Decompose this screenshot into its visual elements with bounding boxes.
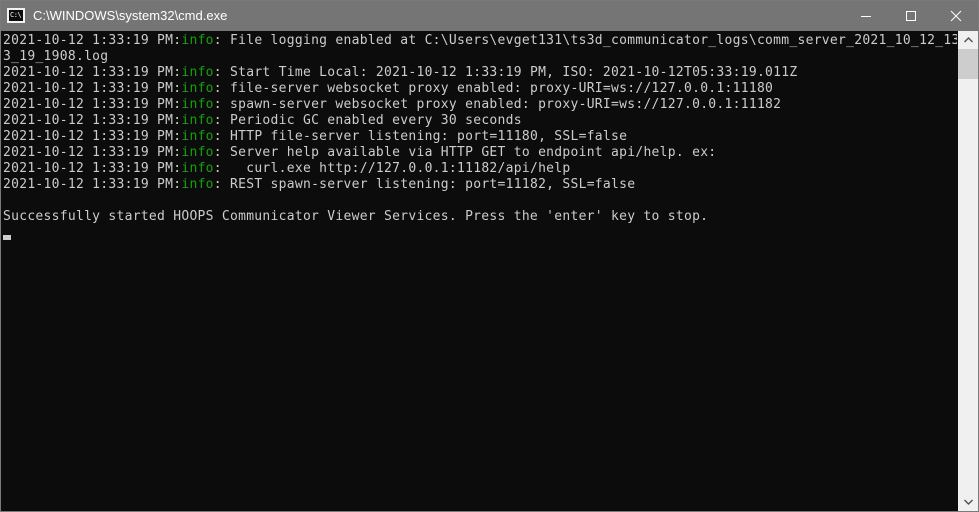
cmd-window: C:\ C:\WINDOWS\system32\cmd.exe 2021-10-… — [0, 0, 979, 512]
console-line-message: : REST spawn-server listening: port=1118… — [213, 177, 636, 192]
console-line: 2021-10-12 1:33:19 PM:info: file-server … — [3, 81, 957, 97]
console-line: 2021-10-12 1:33:19 PM:info: HTTP file-se… — [3, 129, 957, 145]
console-line-timestamp: 2021-10-12 1:33:19 PM: — [3, 145, 182, 160]
console-line-level: info — [181, 97, 214, 112]
console-line-level: info — [181, 81, 214, 96]
console-line-timestamp: 2021-10-12 1:33:19 PM: — [3, 161, 182, 176]
console-line-message: : Start Time Local: 2021-10-12 1:33:19 P… — [213, 65, 798, 80]
console-line-message: : curl.exe http://127.0.0.1:11182/api/he… — [213, 161, 571, 176]
console-line — [3, 193, 957, 209]
maximize-icon — [905, 11, 916, 21]
console-line: 3_19_1908.log — [3, 49, 957, 65]
chevron-down-icon — [963, 499, 973, 505]
console-output[interactable]: 2021-10-12 1:33:19 PM:info: File logging… — [1, 31, 957, 511]
scrollbar-up-arrow[interactable] — [958, 31, 978, 49]
console-line-timestamp: 2021-10-12 1:33:19 PM: — [3, 177, 182, 192]
console-line-message: Successfully started HOOPS Communicator … — [3, 209, 709, 224]
console-line: 2021-10-12 1:33:19 PM:info: curl.exe htt… — [3, 161, 957, 177]
console-line-timestamp: 2021-10-12 1:33:19 PM: — [3, 129, 182, 144]
console-line-level: info — [181, 177, 214, 192]
console-line-level: info — [181, 129, 214, 144]
text-cursor — [3, 235, 11, 240]
console-line-message — [3, 193, 11, 208]
console-line-level: info — [181, 145, 214, 160]
console-line-timestamp: 2021-10-12 1:33:19 PM: — [3, 33, 182, 48]
console-line: 2021-10-12 1:33:19 PM:info: Start Time L… — [3, 65, 957, 81]
console-line-timestamp: 2021-10-12 1:33:19 PM: — [3, 81, 182, 96]
console-cursor-line — [3, 225, 957, 241]
vertical-scrollbar[interactable] — [957, 31, 978, 511]
scrollbar-thumb[interactable] — [958, 49, 978, 79]
console-line-timestamp: 2021-10-12 1:33:19 PM: — [3, 97, 182, 112]
maximize-button[interactable] — [888, 1, 933, 31]
console-line-message: : Server help available via HTTP GET to … — [213, 145, 717, 160]
console-line-message: 3_19_1908.log — [3, 49, 109, 64]
cmd-icon: C:\ — [7, 8, 25, 24]
console-line: 2021-10-12 1:33:19 PM:info: File logging… — [3, 33, 957, 49]
console-line: 2021-10-12 1:33:19 PM:info: REST spawn-s… — [3, 177, 957, 193]
console-line-timestamp: 2021-10-12 1:33:19 PM: — [3, 113, 182, 128]
close-icon — [950, 10, 961, 22]
title-bar[interactable]: C:\ C:\WINDOWS\system32\cmd.exe — [1, 1, 978, 31]
minimize-icon — [860, 16, 871, 17]
scrollbar-down-arrow[interactable] — [958, 493, 978, 511]
console-line-message: : file-server websocket proxy enabled: p… — [213, 81, 774, 96]
console-line: Successfully started HOOPS Communicator … — [3, 209, 957, 225]
console-line-message: : HTTP file-server listening: port=11180… — [213, 129, 628, 144]
console-line: 2021-10-12 1:33:19 PM:info: Periodic GC … — [3, 113, 957, 129]
console-area[interactable]: 2021-10-12 1:33:19 PM:info: File logging… — [1, 31, 978, 511]
minimize-button[interactable] — [843, 1, 888, 31]
console-line-level: info — [181, 65, 214, 80]
console-line-message: : File logging enabled at C:\Users\evget… — [213, 33, 957, 48]
chevron-up-icon — [963, 37, 973, 43]
console-line: 2021-10-12 1:33:19 PM:info: spawn-server… — [3, 97, 957, 113]
console-line-message: : spawn-server websocket proxy enabled: … — [213, 97, 782, 112]
close-button[interactable] — [933, 1, 978, 31]
console-line: 2021-10-12 1:33:19 PM:info: Server help … — [3, 145, 957, 161]
scrollbar-track[interactable] — [958, 49, 978, 493]
window-title: C:\WINDOWS\system32\cmd.exe — [33, 8, 228, 23]
console-line-level: info — [181, 33, 214, 48]
cmd-icon-glyph: C:\ — [10, 11, 22, 19]
console-line-timestamp: 2021-10-12 1:33:19 PM: — [3, 65, 182, 80]
console-line-level: info — [181, 113, 214, 128]
console-line-message: : Periodic GC enabled every 30 seconds — [213, 113, 522, 128]
console-line-level: info — [181, 161, 214, 176]
